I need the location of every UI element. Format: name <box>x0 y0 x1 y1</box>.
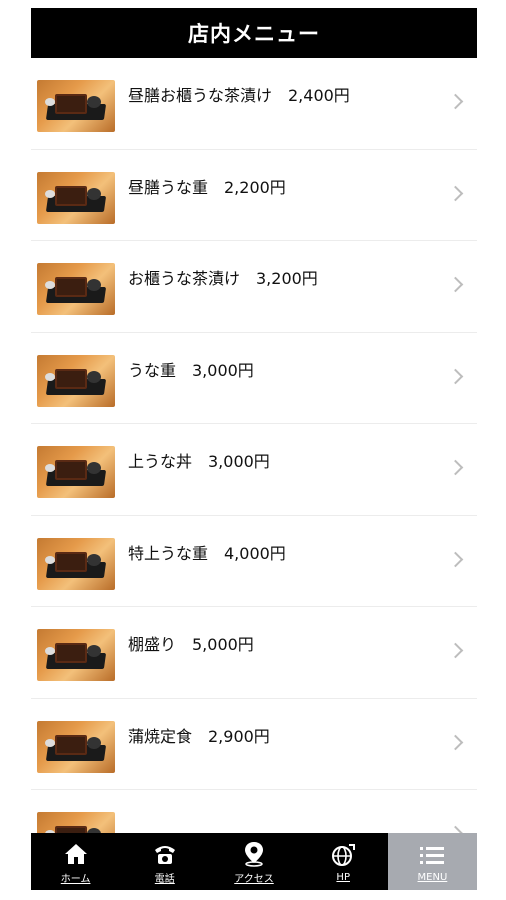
chevron-right-icon <box>447 734 464 750</box>
phone-icon <box>150 839 180 869</box>
page-title: 店内メニュー <box>188 22 320 46</box>
menu-item[interactable]: 蒲焼定食 2,900円 <box>31 699 477 790</box>
globe-icon <box>328 841 358 871</box>
menu-item-label: 棚盛り 5,000円 <box>128 635 254 654</box>
tab-hp[interactable]: HP <box>299 833 388 890</box>
chevron-right-icon <box>447 825 464 833</box>
menu-item-label: うな重 3,000円 <box>128 360 254 380</box>
menu-item-thumbnail <box>37 263 115 315</box>
menu-list: 昼膳お櫃うな茶漬け 2,400円 昼膳うな重 2,200円 お櫃うな茶漬け 3,… <box>31 58 477 833</box>
bottom-tab-bar: ホーム 電話 アクセス HP MENU <box>31 833 478 890</box>
menu-item-label: 特上うな重 4,000円 <box>128 543 286 563</box>
tab-home[interactable]: ホーム <box>31 833 120 890</box>
menu-item-label: 昼膳うな重 2,200円 <box>128 177 286 197</box>
menu-item-thumbnail <box>37 812 115 833</box>
tab-label: アクセス <box>234 873 274 885</box>
home-icon <box>61 839 91 869</box>
chevron-right-icon <box>447 642 464 659</box>
chevron-right-icon <box>447 185 464 201</box>
menu-item[interactable]: お櫃うな茶漬け 3,200円 <box>31 241 477 333</box>
menu-item-thumbnail <box>37 537 115 590</box>
chevron-right-icon <box>447 93 464 110</box>
menu-item[interactable]: 上うな丼 3,000円 <box>31 424 477 516</box>
menu-item-label: 上うな丼 3,000円 <box>128 452 270 471</box>
tab-label: ホーム <box>60 873 91 885</box>
tab-label: MENU <box>417 871 448 883</box>
tab-label: 電話 <box>154 873 175 885</box>
menu-item-label: 昼膳お櫃うな茶漬け 2,400円 <box>128 86 350 105</box>
menu-item[interactable]: 特上うな重 4,000円 <box>31 516 477 607</box>
chevron-right-icon <box>447 551 464 567</box>
chevron-right-icon <box>447 276 464 293</box>
tab-menu[interactable]: MENU <box>387 833 478 890</box>
chevron-right-icon <box>447 368 464 384</box>
menu-item-label: お櫃うな茶漬け 3,200円 <box>128 269 318 288</box>
menu-item[interactable]: 昼膳お櫃うな茶漬け 2,400円 <box>31 58 477 150</box>
menu-icon <box>417 841 447 871</box>
menu-item-thumbnail <box>37 629 115 681</box>
menu-item-thumbnail <box>37 720 115 773</box>
menu-item[interactable]: うな重 3,000円 <box>31 333 477 424</box>
menu-item-label: 蒲焼定食 2,900円 <box>128 726 270 746</box>
menu-item[interactable] <box>31 790 477 833</box>
page-header: 店内メニュー <box>31 8 477 58</box>
chevron-right-icon <box>447 459 464 476</box>
menu-item-thumbnail <box>37 354 115 407</box>
tab-access[interactable]: アクセス <box>209 833 298 890</box>
menu-item[interactable]: 昼膳うな重 2,200円 <box>31 150 477 241</box>
menu-item-thumbnail <box>37 80 115 132</box>
menu-item[interactable]: 棚盛り 5,000円 <box>31 607 477 699</box>
menu-item-thumbnail <box>37 446 115 498</box>
tab-phone[interactable]: 電話 <box>120 833 209 890</box>
tab-label: HP <box>336 871 350 883</box>
app-frame: 店内メニュー 昼膳お櫃うな茶漬け 2,400円 昼膳うな重 2,200円 お櫃う… <box>31 8 478 890</box>
map-pin-icon <box>239 839 269 869</box>
menu-item-thumbnail <box>37 171 115 224</box>
